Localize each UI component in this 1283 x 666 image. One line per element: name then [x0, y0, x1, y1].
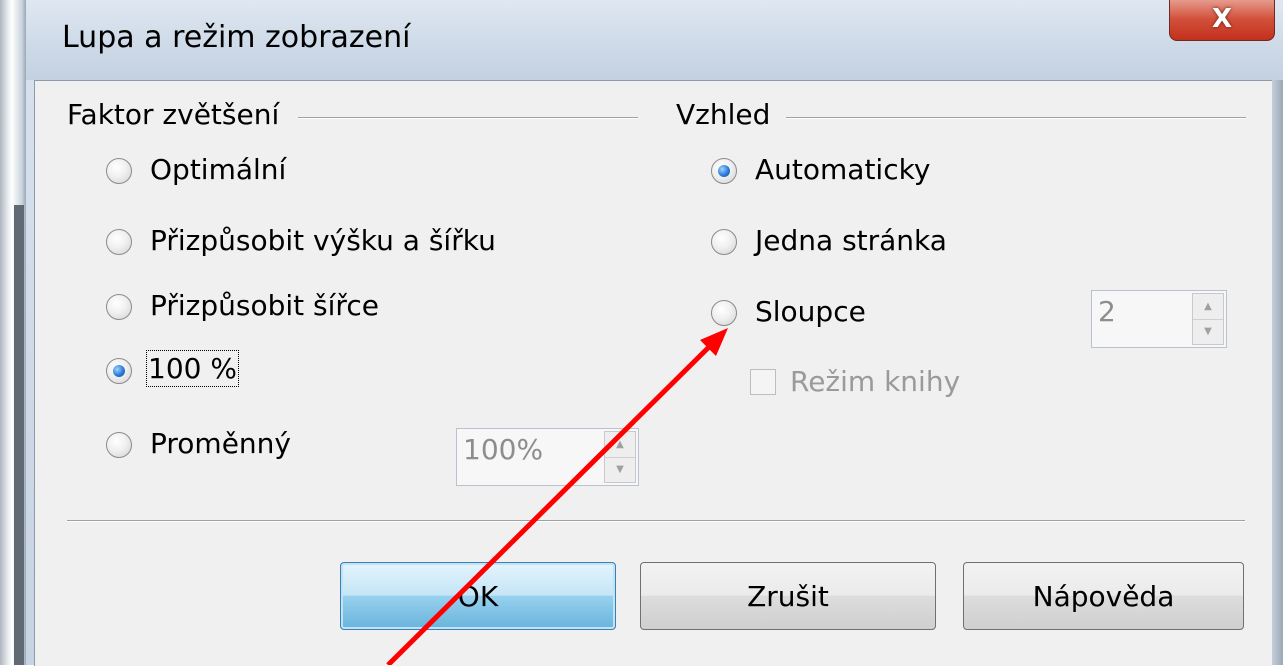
radio-fit-width-circle[interactable] — [106, 294, 132, 320]
radio-fit-width-label[interactable]: Přizpůsobit šířce — [150, 289, 379, 322]
radio-variable-circle[interactable] — [106, 432, 132, 458]
spin-down-icon[interactable]: ▼ — [1193, 319, 1223, 344]
variable-zoom-spinbox[interactable]: 100% ▲ ▼ — [456, 428, 639, 486]
help-button[interactable]: Nápověda — [963, 562, 1244, 630]
view-group-label: Vzhled — [676, 98, 771, 131]
radio-automatic-label[interactable]: Automaticky — [755, 153, 930, 186]
close-button[interactable]: X — [1169, 0, 1275, 41]
cancel-button[interactable]: Zrušit — [640, 562, 936, 630]
book-mode-checkbox[interactable] — [750, 369, 776, 395]
spin-down-icon[interactable]: ▼ — [605, 457, 635, 482]
variable-zoom-stepper[interactable]: ▲ ▼ — [604, 431, 636, 483]
dialog-title: Lupa a režim zobrazení — [62, 20, 411, 55]
radio-100-percent-label[interactable]: 100 % — [146, 350, 239, 387]
zoom-factor-group-label: Faktor zvětšení — [67, 98, 280, 131]
radio-optimal-label[interactable]: Optimální — [150, 153, 286, 186]
zoom-factor-group-line — [298, 117, 638, 119]
radio-single-page-circle[interactable] — [711, 229, 737, 255]
window-right-edge — [1271, 80, 1283, 665]
view-group-line — [786, 117, 1246, 119]
columns-spinbox[interactable]: 2 ▲ ▼ — [1091, 290, 1227, 348]
variable-zoom-value: 100% — [463, 433, 544, 466]
radio-single-page-label[interactable]: Jedna stránka — [755, 224, 947, 257]
dialog-separator — [67, 520, 1245, 522]
ok-button[interactable]: OK — [340, 562, 616, 630]
radio-100-percent-circle[interactable] — [106, 358, 132, 384]
radio-automatic-circle[interactable] — [711, 158, 737, 184]
spin-up-icon[interactable]: ▲ — [1193, 294, 1223, 320]
radio-columns-circle[interactable] — [711, 300, 737, 326]
title-bar[interactable]: Lupa a režim zobrazení — [26, 0, 1283, 80]
window-left-edge — [0, 0, 26, 665]
radio-variable-label[interactable]: Proměnný — [150, 427, 291, 460]
radio-fit-width-height-circle[interactable] — [106, 229, 132, 255]
book-mode-label[interactable]: Režim knihy — [790, 365, 960, 398]
radio-fit-width-height-label[interactable]: Přizpůsobit výšku a šířku — [150, 224, 496, 257]
spin-up-icon[interactable]: ▲ — [605, 432, 635, 458]
columns-stepper[interactable]: ▲ ▼ — [1192, 293, 1224, 345]
close-icon: X — [1211, 4, 1233, 34]
columns-value: 2 — [1098, 295, 1116, 328]
radio-columns-label[interactable]: Sloupce — [755, 295, 866, 328]
radio-optimal-circle[interactable] — [106, 158, 132, 184]
background-window-edge — [14, 205, 24, 665]
